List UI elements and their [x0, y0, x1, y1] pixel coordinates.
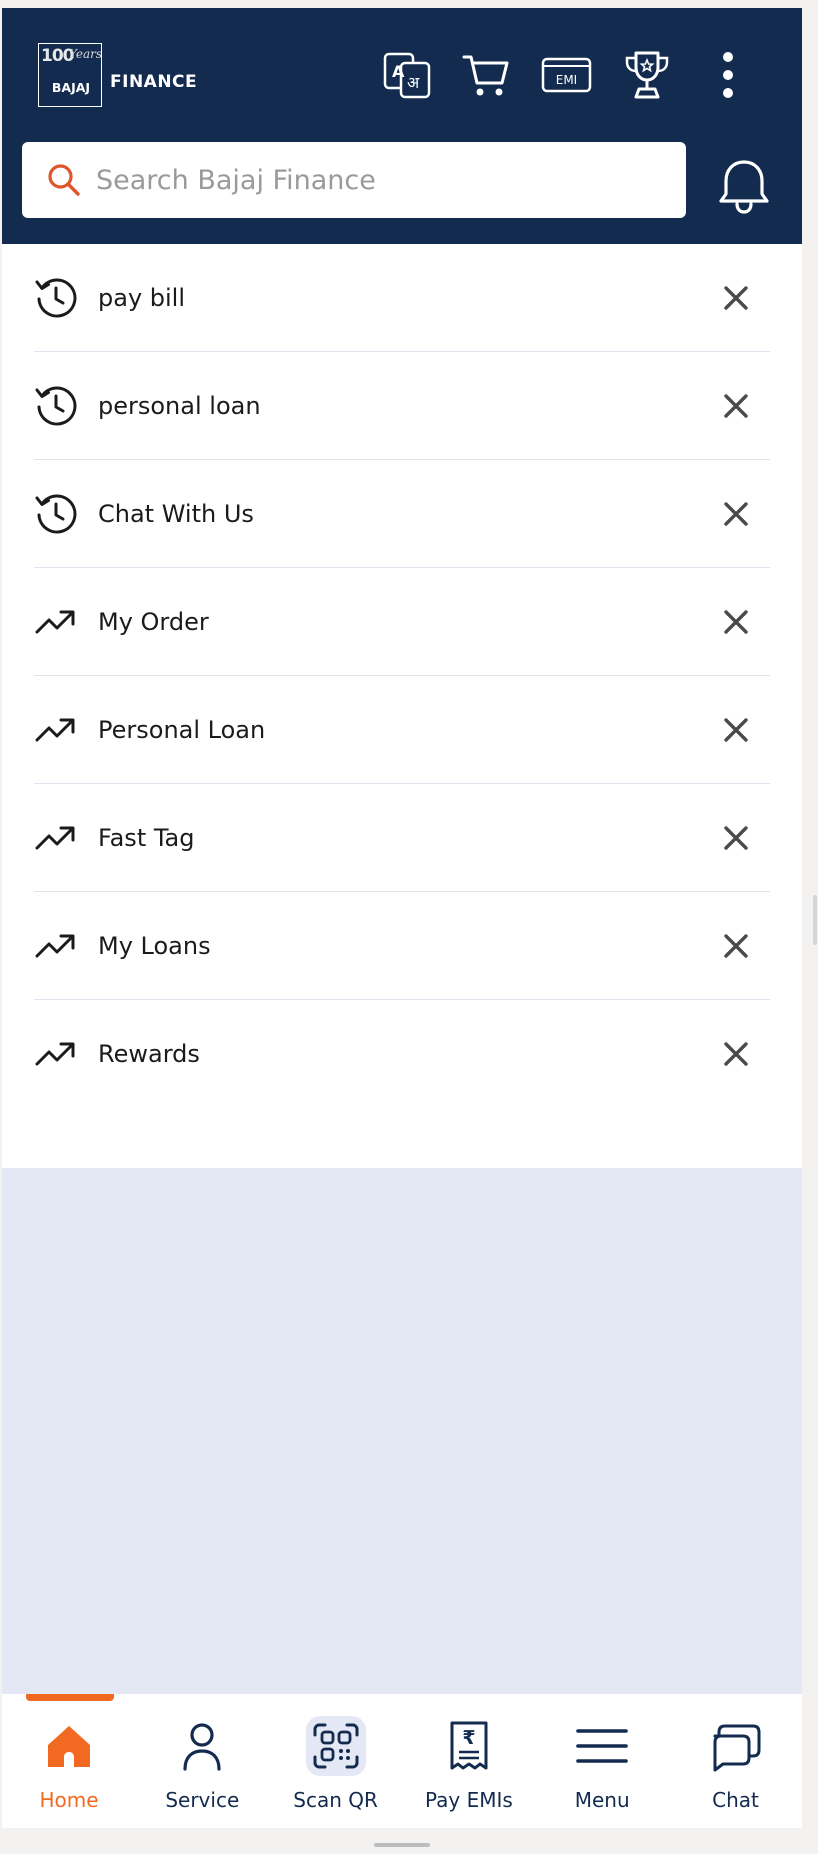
history-icon [34, 492, 78, 536]
logo-emblem: 100 Years BAJAJ [38, 43, 102, 107]
nav-label: Service [165, 1788, 240, 1812]
translate-icon-latin: A [392, 62, 405, 81]
rupee-bill-icon: ₹ [439, 1716, 499, 1776]
active-tab-indicator [26, 1694, 114, 1701]
translate-icon[interactable]: A अ [380, 48, 434, 102]
suggestion-label: Fast Tag [98, 824, 195, 852]
trending-up-icon [34, 816, 78, 860]
nav-home[interactable]: Home [2, 1716, 136, 1816]
cart-icon[interactable] [459, 48, 513, 102]
trending-search-item[interactable]: Rewards [34, 1000, 770, 1108]
remove-suggestion-icon[interactable] [714, 492, 758, 536]
nav-label: Scan QR [293, 1788, 378, 1812]
menu-icon [572, 1716, 632, 1776]
nav-service[interactable]: Service [135, 1716, 269, 1816]
bell-icon[interactable] [716, 156, 772, 216]
nav-menu[interactable]: Menu [535, 1716, 669, 1816]
suggestion-label: pay bill [98, 284, 186, 312]
nav-label: Pay EMIs [424, 1788, 513, 1812]
trending-up-icon [34, 708, 78, 752]
user-icon [172, 1716, 232, 1776]
scrollbar[interactable] [813, 895, 817, 945]
trending-search-item[interactable]: Personal Loan [34, 676, 770, 784]
trending-up-icon [34, 1032, 78, 1076]
home-indicator[interactable] [374, 1843, 430, 1847]
trending-search-item[interactable]: My Order [34, 568, 770, 676]
search-icon [48, 164, 80, 196]
trophy-icon[interactable] [620, 48, 674, 102]
trending-up-icon [34, 924, 78, 968]
emi-icon-label: EMI [556, 73, 577, 87]
trending-up-icon [34, 600, 78, 644]
suggestion-label: My Loans [98, 932, 211, 960]
recent-search-item[interactable]: Chat With Us [34, 460, 770, 568]
search-bar[interactable] [22, 142, 686, 218]
bottom-navigation: Home Service Scan QR ₹ Pay EMIs Menu Chat [2, 1694, 802, 1828]
remove-suggestion-icon[interactable] [714, 1032, 758, 1076]
remove-suggestion-icon[interactable] [714, 600, 758, 644]
qr-scan-icon [305, 1716, 366, 1776]
trending-search-item[interactable]: Fast Tag [34, 784, 770, 892]
nav-label: Chat [712, 1788, 759, 1812]
remove-suggestion-icon[interactable] [714, 924, 758, 968]
history-icon [34, 384, 78, 428]
suggestion-label: Chat With Us [98, 500, 254, 528]
nav-scan-qr[interactable]: Scan QR [269, 1716, 403, 1816]
logo-brand: BAJAJ [51, 80, 91, 95]
app-header: 100 Years BAJAJ FINANCE A अ EMI Search B… [2, 8, 802, 244]
search-suggestions-list: pay bill personal loan Chat With Us My Orde… [2, 244, 802, 1168]
logo-wordmark: FINANCE [110, 72, 198, 92]
suggestion-label: personal loan [98, 392, 261, 420]
home-icon [39, 1716, 99, 1776]
chat-icon [706, 1716, 766, 1776]
bajaj-finance-logo[interactable]: 100 Years BAJAJ FINANCE [38, 43, 208, 109]
suggestion-label: Rewards [98, 1040, 200, 1068]
more-vertical-icon[interactable] [701, 48, 755, 102]
suggestion-label: Personal Loan [98, 716, 266, 744]
nav-chat[interactable]: Chat [669, 1716, 803, 1816]
remove-suggestion-icon[interactable] [714, 708, 758, 752]
nav-label: Menu [574, 1788, 630, 1812]
trending-search-item[interactable]: My Loans [34, 892, 770, 1000]
recent-search-item[interactable]: pay bill [34, 244, 770, 352]
app-frame: 100 Years BAJAJ FINANCE A अ EMI Search B… [2, 8, 802, 1828]
translate-icon-devanagari: अ [407, 73, 420, 92]
remove-suggestion-icon[interactable] [714, 384, 758, 428]
logo-years-label: Years [69, 47, 103, 61]
emi-card-icon[interactable]: EMI [540, 48, 594, 102]
nav-label: Home [39, 1788, 99, 1812]
remove-suggestion-icon[interactable] [714, 276, 758, 320]
history-icon [34, 276, 78, 320]
recent-search-item[interactable]: personal loan [34, 352, 770, 460]
search-input[interactable] [96, 142, 656, 218]
remove-suggestion-icon[interactable] [714, 816, 758, 860]
nav-pay-emis[interactable]: ₹ Pay EMIs [402, 1716, 536, 1816]
svg-text:₹: ₹ [462, 1727, 475, 1749]
suggestion-label: My Order [98, 608, 209, 636]
